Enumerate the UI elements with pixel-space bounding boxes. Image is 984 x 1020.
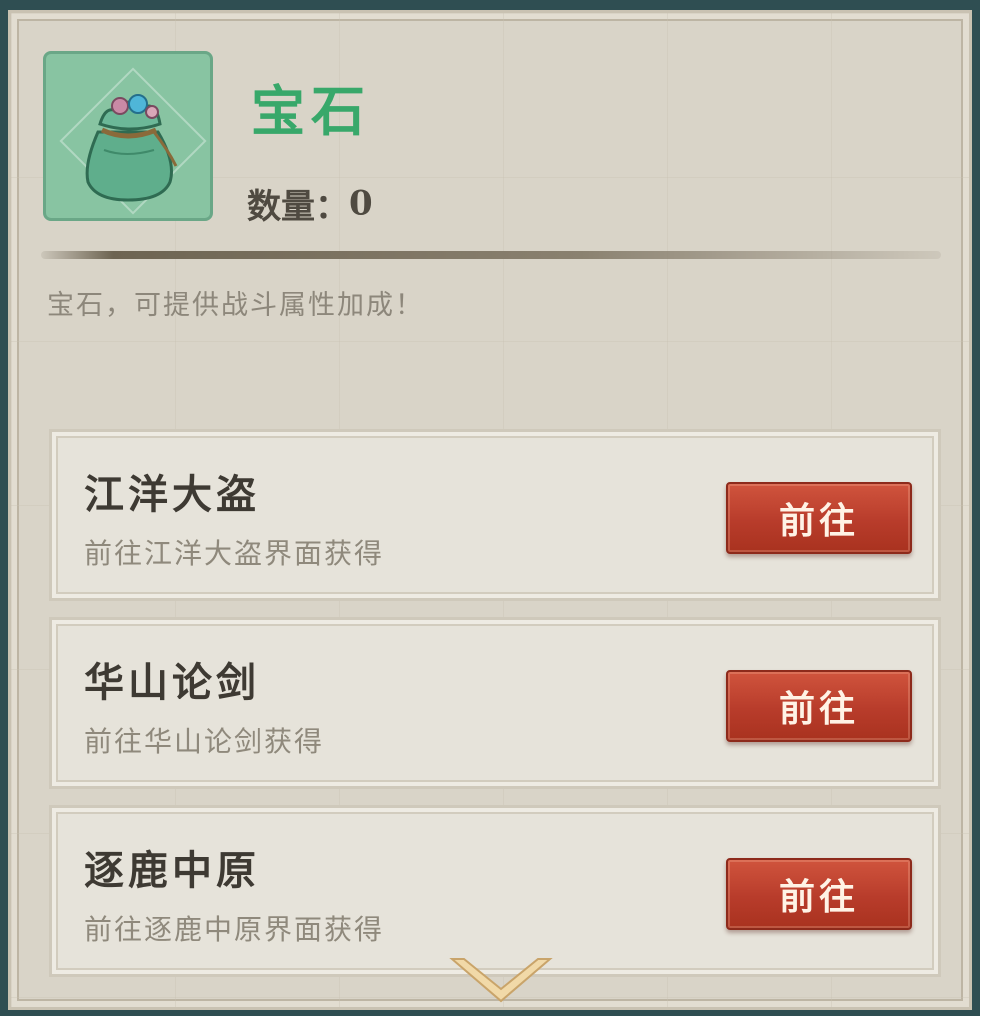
chevron-down-icon bbox=[449, 958, 553, 1003]
source-title: 江洋大盗 bbox=[84, 471, 260, 518]
source-card: 华山论剑 前往华山论剑获得 前往 bbox=[49, 617, 941, 789]
divider bbox=[41, 251, 941, 259]
source-list: 江洋大盗 前往江洋大盗界面获得 前往 华山论剑 前往华山论剑获得 前往 逐鹿中原… bbox=[49, 429, 941, 993]
quantity-label: 数量： bbox=[247, 187, 349, 227]
go-button[interactable]: 前往 bbox=[726, 858, 912, 930]
source-title: 逐鹿中原 bbox=[84, 847, 260, 894]
go-button[interactable]: 前往 bbox=[726, 670, 912, 742]
go-button[interactable]: 前往 bbox=[726, 482, 912, 554]
quantity-value: 0 bbox=[349, 183, 373, 224]
item-icon-frame bbox=[43, 51, 213, 221]
frame: 宝石 数量：0 宝石，可提供战斗属性加成！ 江洋大盗 前往江洋大盗界面获得 前往… bbox=[0, 0, 980, 1016]
source-desc: 前往华山论剑获得 bbox=[84, 725, 325, 758]
scroll-down-button[interactable] bbox=[446, 951, 556, 1007]
source-desc: 前往逐鹿中原界面获得 bbox=[84, 913, 385, 946]
gem-bag-icon bbox=[85, 94, 178, 202]
item-quantity: 数量：0 bbox=[247, 179, 373, 228]
item-name: 宝石 bbox=[251, 79, 371, 143]
source-title: 华山论剑 bbox=[84, 659, 260, 706]
source-card: 江洋大盗 前往江洋大盗界面获得 前往 bbox=[49, 429, 941, 601]
source-desc: 前往江洋大盗界面获得 bbox=[84, 537, 385, 570]
item-description: 宝石，可提供战斗属性加成！ bbox=[47, 290, 424, 321]
item-detail-panel: 宝石 数量：0 宝石，可提供战斗属性加成！ 江洋大盗 前往江洋大盗界面获得 前往… bbox=[8, 10, 972, 1010]
item-header: 宝石 数量：0 bbox=[43, 51, 923, 228]
